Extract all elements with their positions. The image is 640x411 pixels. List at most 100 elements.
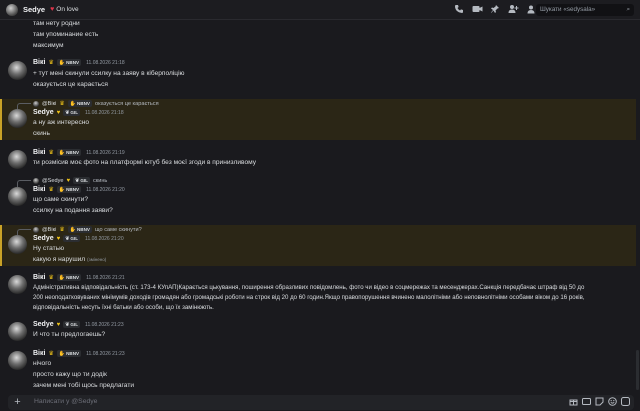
message-line: а ну аж интересно	[33, 119, 90, 126]
message-line: нічого	[33, 360, 52, 367]
header-actions	[450, 4, 540, 16]
avatar[interactable]	[8, 351, 27, 370]
message-line: просто кажу що ти додік	[33, 371, 107, 378]
message-header: Sedye ♥ ❦ GIL 11.08.2026 21:18	[33, 109, 124, 116]
message-line: оказується це карається	[33, 81, 108, 88]
add-friend-icon[interactable]	[504, 4, 522, 16]
username[interactable]: Вікі	[33, 186, 45, 193]
timestamp: 11.08.2026 21:20	[85, 235, 124, 242]
username[interactable]: Вікі	[33, 149, 45, 156]
scrollbar-thumb[interactable]	[636, 350, 639, 390]
guild-tag[interactable]: ❦ GIL	[63, 321, 81, 328]
top-bar: Sedye ♥ On love Шукати «sedysala» ⌕	[0, 0, 640, 20]
avatar[interactable]	[8, 109, 27, 128]
guild-tag[interactable]: ✋ NBNV	[56, 149, 82, 156]
guild-tag[interactable]: ✋ NBNV	[56, 350, 82, 357]
timestamp: 11.08.2026 21:21	[86, 274, 125, 281]
username[interactable]: Sedye	[33, 109, 54, 116]
heart-icon: ♥	[50, 6, 55, 13]
message-header: Вікі ♛ ✋ NBNV 11.08.2026 21:19	[33, 149, 125, 156]
guild-tag[interactable]: ✋ NBNV	[56, 59, 82, 66]
search-input[interactable]: Шукати «sedysala» ⌕	[536, 4, 634, 16]
header-username[interactable]: Sedye	[23, 5, 45, 14]
crown-icon: ♛	[48, 275, 54, 281]
avatar[interactable]	[8, 322, 27, 341]
crown-icon: ♛	[48, 60, 54, 66]
message-header: Sedye ♥ ❦ GIL 11.08.2026 21:23	[33, 321, 124, 328]
timestamp: 11.08.2026 21:23	[86, 350, 125, 357]
username[interactable]: Вікі	[33, 59, 45, 66]
crown-icon: ♛	[59, 101, 65, 107]
message-line: какую я нарушил (змінено)	[33, 256, 107, 263]
username[interactable]: Вікі	[33, 350, 45, 357]
reply-preview[interactable]: @Sedye ♥ ❦ GIL скинь	[17, 177, 108, 187]
guild-tag[interactable]: ❦ GIL	[63, 235, 81, 242]
crown-icon: ♛	[48, 150, 54, 156]
avatar[interactable]	[8, 187, 27, 206]
header-avatar[interactable]	[6, 3, 18, 16]
message-line: скинь	[33, 130, 50, 137]
message-line: відповідальність несуть їхні батьки або …	[33, 304, 214, 311]
composer-placeholder: Написати у @Sedye	[34, 398, 98, 405]
hand-icon: ✋	[58, 59, 66, 66]
reply-text: скинь	[92, 177, 108, 184]
message-line: там нету родни	[33, 20, 80, 27]
edited-label: (змінено)	[87, 257, 107, 262]
reply-name: @Sedye	[42, 177, 64, 184]
timestamp: 11.08.2026 21:18	[86, 59, 125, 66]
reply-avatar	[33, 226, 39, 233]
heart-badge-icon: ♥	[56, 109, 61, 116]
plus-icon[interactable]: +	[11, 396, 24, 409]
avatar[interactable]	[8, 275, 27, 294]
message-line: Ну статью	[33, 245, 65, 252]
message-line: 200 неоподатковуваних мінімумів доходів …	[33, 294, 585, 301]
avatar[interactable]	[8, 235, 27, 254]
composer-tools	[568, 397, 630, 407]
timestamp: 11.08.2026 21:23	[85, 321, 124, 328]
crown-icon: ♛	[59, 227, 65, 233]
header-status: On love	[56, 6, 79, 13]
message-line: зачем мені тобі щось предлагати	[33, 382, 135, 389]
guild-tag[interactable]: ❦ GIL	[63, 109, 81, 116]
heart-badge-icon: ♥	[56, 235, 61, 242]
heart-badge-icon: ♥	[66, 177, 71, 184]
guild-tag: ✋ NBNV	[67, 226, 92, 233]
reply-text: оказується це карається	[95, 100, 159, 107]
emoji-icon[interactable]	[607, 397, 617, 407]
message-header: Вікі ♛ ✋ NBNV 11.08.2026 21:21	[33, 274, 125, 281]
message-header: Вікі ♛ ✋ NBNV 11.08.2026 21:18	[33, 59, 125, 66]
crown-icon: ♛	[48, 351, 54, 357]
gift-icon[interactable]	[568, 397, 578, 407]
sticker-icon[interactable]	[594, 397, 604, 407]
guild-tag: ❦ GIL	[73, 177, 90, 184]
reply-text: що саме скинути?	[95, 226, 142, 233]
video-icon[interactable]	[468, 4, 486, 16]
guild-tag: ✋ NBNV	[67, 100, 92, 107]
leaf-icon: ❦	[65, 109, 70, 116]
apps-icon[interactable]	[620, 397, 630, 407]
message-header: Вікі ♛ ✋ NBNV 11.08.2026 21:20	[33, 186, 125, 193]
message-line: ти розмісив моє фото на платформі ютуб б…	[33, 159, 257, 166]
username[interactable]: Sedye	[33, 235, 54, 242]
message-line: ссилку на подання заяви?	[33, 207, 113, 214]
scrollbar[interactable]	[636, 20, 640, 390]
guild-tag[interactable]: ✋ NBNV	[56, 274, 82, 281]
reply-name: @Вікі	[42, 100, 57, 107]
avatar[interactable]	[8, 61, 27, 80]
message-header: Sedye ♥ ❦ GIL 11.08.2026 21:20	[33, 235, 124, 242]
avatar[interactable]	[8, 150, 27, 169]
username[interactable]: Вікі	[33, 274, 45, 281]
message-header: Вікі ♛ ✋ NBNV 11.08.2026 21:23	[33, 350, 125, 357]
reply-preview[interactable]: @Вікі ♛ ✋ NBNV оказується це карається	[17, 100, 159, 110]
phone-icon[interactable]	[450, 4, 468, 16]
pin-icon[interactable]	[486, 4, 504, 16]
crown-icon: ♛	[48, 187, 54, 193]
guild-tag[interactable]: ✋ NBNV	[56, 186, 82, 193]
reply-preview[interactable]: @Вікі ♛ ✋ NBNV що саме скинути?	[17, 226, 142, 236]
username[interactable]: Sedye	[33, 321, 54, 328]
message-composer[interactable]: + Написати у @Sedye	[8, 395, 634, 410]
search-placeholder: Шукати «sedysala»	[540, 6, 596, 13]
message-list[interactable]: там нету родни там упоминание есть макси…	[0, 20, 636, 391]
message-line: Адміністративна відповідальність (ст. 17…	[33, 284, 585, 291]
gif-icon[interactable]	[581, 397, 591, 407]
